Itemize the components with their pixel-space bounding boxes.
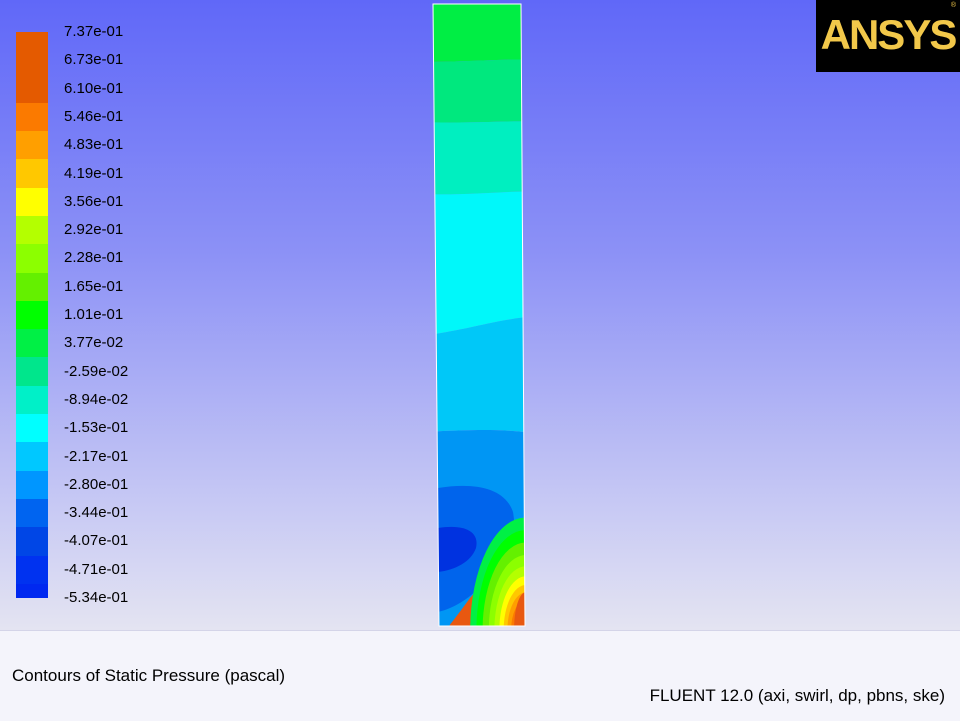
graphics-viewport[interactable]: 7.37e-01 6.73e-01 6.10e-01 5.46e-01 4.83e-01…	[0, 0, 960, 630]
plot-title: Contours of Static Pressure (pascal)	[12, 666, 286, 685]
logo-registered-mark: ®	[950, 2, 956, 9]
logo-text: ANSYS	[820, 11, 958, 58]
pressure-contour-plot	[432, 3, 526, 627]
contour-zone	[433, 4, 525, 62]
ansys-logo: ANSYS ®	[816, 0, 960, 72]
contour-zone	[433, 316, 525, 434]
solver-info: FLUENT 12.0 (axi, swirl, dp, pbns, ske)	[649, 686, 945, 705]
caption-bar: Contours of Static Pressure (pascal) FLU…	[0, 630, 960, 721]
